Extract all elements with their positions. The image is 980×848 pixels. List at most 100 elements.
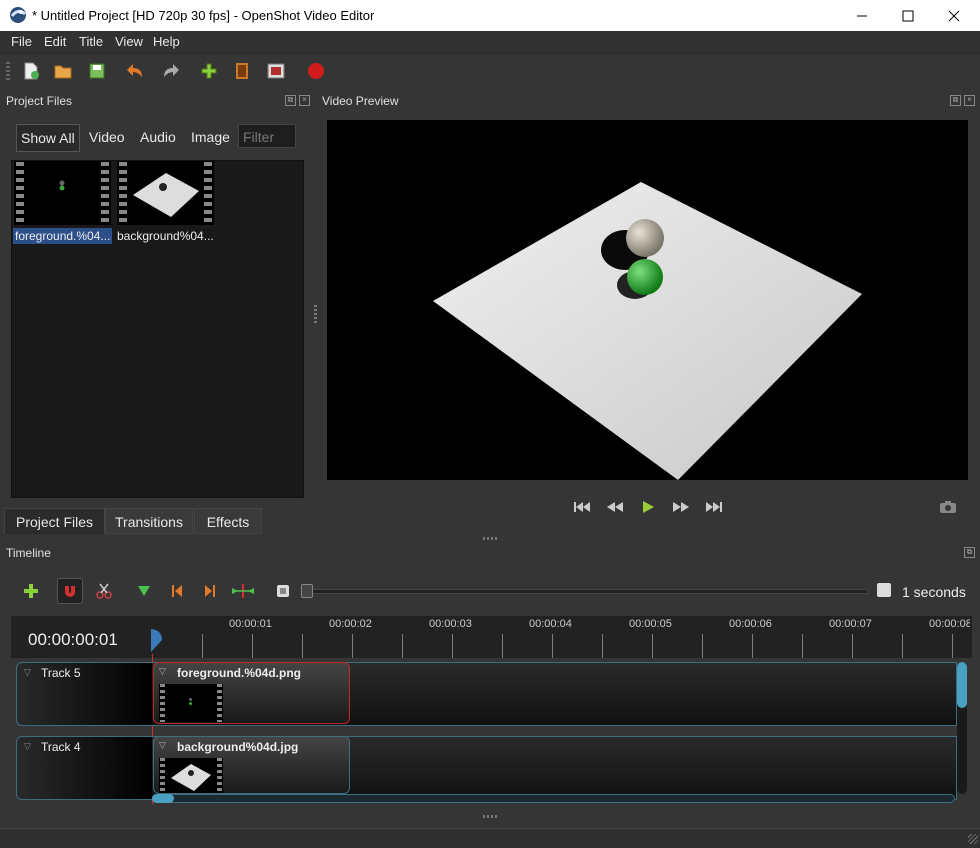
clip-name-foreground: foreground.%04d.png bbox=[177, 666, 301, 680]
clip-foreground[interactable]: ▽ foreground.%04d.png bbox=[153, 662, 350, 724]
maximize-button[interactable] bbox=[885, 0, 931, 31]
file-thumbnail-background[interactable] bbox=[117, 161, 214, 225]
float-dock-icon[interactable]: ⧉ bbox=[950, 95, 961, 106]
clip-background[interactable]: ▽ background%04d.jpg bbox=[153, 736, 350, 794]
clip-menu-icon[interactable]: ▽ bbox=[159, 740, 166, 751]
film-sprocket bbox=[217, 758, 222, 793]
export-icon[interactable] bbox=[264, 59, 288, 83]
track-collapse-icon[interactable]: ▽ bbox=[24, 667, 31, 678]
center-playhead-icon[interactable] bbox=[230, 578, 256, 604]
track-header-4[interactable] bbox=[16, 736, 152, 800]
filter-input[interactable]: Filter bbox=[238, 124, 296, 148]
record-icon[interactable] bbox=[304, 59, 328, 83]
jump-to-start-icon[interactable] bbox=[571, 498, 593, 516]
film-sprocket bbox=[16, 162, 24, 224]
current-timecode: 00:00:00:01 bbox=[28, 630, 118, 649]
menu-edit[interactable]: Edit bbox=[44, 34, 66, 49]
jump-to-end-icon[interactable] bbox=[703, 498, 725, 516]
title-bar: * Untitled Project [HD 720p 30 fps] - Op… bbox=[0, 0, 980, 31]
clip-name-background: background%04d.jpg bbox=[177, 740, 299, 754]
tab-transitions[interactable]: Transitions bbox=[105, 508, 193, 534]
splitter-handle[interactable] bbox=[314, 305, 317, 323]
video-preview-canvas bbox=[327, 120, 968, 480]
film-sprocket bbox=[101, 162, 109, 224]
add-track-icon[interactable] bbox=[18, 578, 44, 604]
clip-thumbnail bbox=[159, 758, 223, 793]
ruler-label: 00:00:04 bbox=[529, 618, 572, 630]
previous-marker-icon[interactable] bbox=[164, 578, 190, 604]
rewind-icon[interactable] bbox=[604, 498, 626, 516]
status-bar bbox=[0, 828, 980, 848]
redo-icon[interactable] bbox=[159, 59, 183, 83]
menu-file[interactable]: File bbox=[11, 34, 32, 49]
clip-thumbnail bbox=[159, 684, 223, 722]
track-header-5[interactable] bbox=[16, 662, 152, 726]
new-project-icon[interactable] bbox=[19, 59, 43, 83]
film-sprocket bbox=[119, 162, 127, 224]
filter-audio[interactable]: Audio bbox=[136, 124, 180, 150]
tab-project-files[interactable]: Project Files bbox=[4, 508, 105, 534]
zoom-slider-handle[interactable] bbox=[301, 584, 313, 598]
ruler-label: 00:00:02 bbox=[329, 618, 372, 630]
ruler-label: 00:00:03 bbox=[429, 618, 472, 630]
open-project-icon[interactable] bbox=[51, 59, 75, 83]
camera-snapshot-icon[interactable] bbox=[937, 498, 959, 516]
main-toolbar bbox=[0, 54, 980, 88]
track-name-5: Track 5 bbox=[41, 666, 81, 680]
play-icon[interactable] bbox=[637, 498, 659, 516]
import-files-icon[interactable] bbox=[197, 59, 221, 83]
openshot-logo-icon bbox=[9, 6, 27, 24]
ruler-label: 00:00:05 bbox=[629, 618, 672, 630]
film-sprocket bbox=[160, 684, 165, 722]
save-project-icon[interactable] bbox=[85, 59, 109, 83]
next-marker-icon[interactable] bbox=[197, 578, 223, 604]
ruler-label: 00:00:06 bbox=[729, 618, 772, 630]
menu-view[interactable]: View bbox=[115, 34, 143, 49]
zoom-seconds-label: 1 seconds bbox=[902, 584, 966, 600]
splitter-handle[interactable] bbox=[483, 815, 499, 818]
timeline-hscroll-thumb[interactable] bbox=[152, 794, 174, 803]
zoom-slider-track[interactable] bbox=[302, 589, 868, 594]
snapping-magnet-icon[interactable] bbox=[57, 578, 83, 604]
close-button[interactable] bbox=[931, 0, 977, 31]
menu-bar: File Edit Title View Help bbox=[0, 31, 980, 54]
file-name-foreground[interactable]: foreground.%04... bbox=[13, 228, 113, 244]
film-sprocket bbox=[160, 758, 165, 793]
menu-help[interactable]: Help bbox=[153, 34, 180, 49]
menu-title[interactable]: Title bbox=[79, 34, 103, 49]
float-dock-icon[interactable]: ⧉ bbox=[964, 547, 975, 558]
window-title: * Untitled Project [HD 720p 30 fps] - Op… bbox=[32, 8, 375, 23]
film-sprocket bbox=[204, 162, 212, 224]
zoom-value-icon bbox=[877, 583, 891, 597]
timeline-hscroll-track[interactable] bbox=[152, 794, 955, 803]
razor-scissors-icon[interactable] bbox=[91, 578, 117, 604]
filter-video[interactable]: Video bbox=[85, 124, 129, 150]
toolbar-grip[interactable] bbox=[6, 62, 10, 80]
project-files-title: Project Files bbox=[6, 94, 73, 108]
close-dock-icon[interactable]: × bbox=[299, 95, 310, 106]
clip-menu-icon[interactable]: ▽ bbox=[159, 666, 166, 677]
track-name-4: Track 4 bbox=[41, 740, 81, 754]
ruler-label: 00:00:07 bbox=[829, 618, 872, 630]
float-dock-icon[interactable]: ⧉ bbox=[285, 95, 296, 106]
filter-image[interactable]: Image bbox=[187, 124, 234, 150]
track-collapse-icon[interactable]: ▽ bbox=[24, 741, 31, 752]
file-name-background[interactable]: background%04... bbox=[117, 228, 214, 244]
filter-show-all[interactable]: Show All bbox=[16, 124, 80, 152]
fast-forward-icon[interactable] bbox=[670, 498, 692, 516]
close-dock-icon[interactable]: × bbox=[964, 95, 975, 106]
ruler-ticks bbox=[152, 634, 972, 658]
timeline-title: Timeline bbox=[6, 546, 51, 560]
tab-effects[interactable]: Effects bbox=[194, 508, 262, 534]
zoom-fit-icon[interactable] bbox=[270, 578, 296, 604]
file-thumbnail-foreground[interactable] bbox=[14, 161, 111, 225]
add-marker-icon[interactable] bbox=[131, 578, 157, 604]
timeline-vscroll-thumb[interactable] bbox=[957, 662, 967, 708]
minimize-button[interactable] bbox=[839, 0, 885, 31]
splitter-handle[interactable] bbox=[483, 537, 499, 540]
profile-icon[interactable] bbox=[230, 59, 254, 83]
ruler-label: 00:00:01 bbox=[229, 618, 272, 630]
undo-icon[interactable] bbox=[123, 59, 147, 83]
video-preview-title: Video Preview bbox=[322, 94, 399, 108]
resize-grip[interactable] bbox=[968, 834, 978, 844]
